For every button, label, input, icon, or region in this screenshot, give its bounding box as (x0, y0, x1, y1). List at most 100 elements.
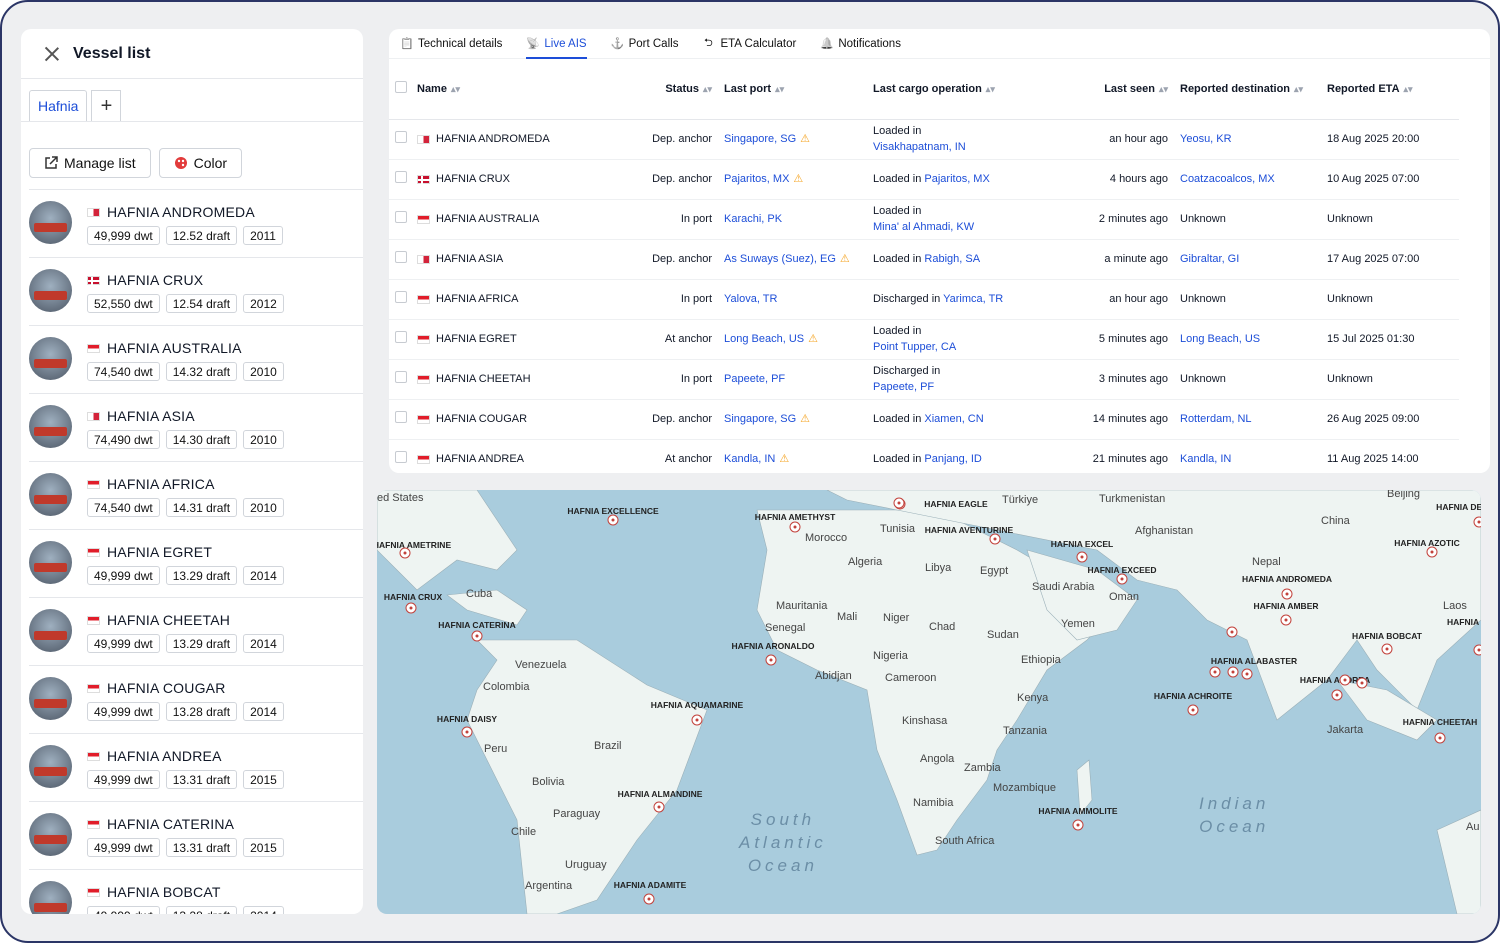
cargo-place-link[interactable]: Visakhapatnam, IN (873, 141, 966, 153)
vessel-list-item[interactable]: HAFNIA ASIA 74,490 dwt 14.30 draft 2010 (29, 393, 363, 461)
row-checkbox[interactable] (395, 210, 407, 223)
add-tab-button[interactable]: + (91, 90, 122, 121)
last-port-link[interactable]: Singapore, SG (724, 413, 796, 425)
sort-icon[interactable]: ▴▾ (1404, 84, 1413, 94)
cargo-place-link[interactable]: Mina' al Ahmadi, KW (873, 221, 974, 233)
cargo-place-link[interactable]: Pajaritos, MX (924, 173, 989, 185)
vessel-marker-icon[interactable] (1434, 732, 1446, 744)
select-all-checkbox[interactable] (395, 81, 407, 94)
row-checkbox[interactable] (395, 290, 407, 303)
color-button[interactable]: Color (158, 148, 243, 178)
table-row[interactable]: HAFNIA CRUX Dep. anchor Pajaritos, MX ⚠ Load… (389, 159, 1459, 200)
vessel-marker-icon[interactable] (1381, 643, 1393, 655)
table-row[interactable]: HAFNIA ANDREA At anchor Kandla, IN ⚠ Loaded … (389, 439, 1459, 473)
vessel-marker-icon[interactable] (399, 547, 411, 559)
tab-eta-calculator[interactable]: ⮌ ETA Calculator (702, 29, 796, 59)
last-port-link[interactable]: Kandla, IN (724, 453, 775, 465)
last-port-link[interactable]: Pajaritos, MX (724, 173, 789, 185)
destination-value[interactable]: Rotterdam, NL (1180, 413, 1252, 425)
vessel-name[interactable]: HAFNIA ASIA (417, 251, 554, 267)
vessel-list-item[interactable]: HAFNIA CHEETAH 49,999 dwt 13.29 draft 2014 (29, 597, 363, 665)
vessel-name[interactable]: HAFNIA ANDREA (417, 451, 554, 467)
row-checkbox[interactable] (395, 370, 407, 383)
cargo-place-link[interactable]: Point Tupper, CA (873, 341, 956, 353)
vessel-marker-icon[interactable] (1209, 666, 1221, 678)
table-row[interactable]: HAFNIA ANDROMEDA Dep. anchor Singapore, SG… (389, 119, 1459, 160)
vessel-marker-icon[interactable] (471, 630, 483, 642)
vessel-list-item[interactable]: HAFNIA EGRET 49,999 dwt 13.29 draft 2014 (29, 529, 363, 597)
vessel-marker-icon[interactable] (893, 497, 905, 509)
vessel-marker-icon[interactable] (461, 726, 473, 738)
tab-technical-details[interactable]: 📋 Technical details (400, 29, 502, 59)
sort-icon[interactable]: ▴▾ (775, 84, 784, 94)
last-port-link[interactable]: Long Beach, US (724, 333, 804, 345)
tab-notifications[interactable]: 🔔 Notifications (820, 29, 901, 59)
last-port-link[interactable]: As Suways (Suez), EG (724, 253, 836, 265)
vessel-list-item[interactable]: HAFNIA CATERINA 49,999 dwt 13.31 draft 2015 (29, 801, 363, 869)
vessel-marker-icon[interactable] (1356, 677, 1368, 689)
vessel-marker-icon[interactable] (989, 533, 1001, 545)
vessel-name[interactable]: HAFNIA EGRET (417, 331, 554, 347)
vessel-marker-icon[interactable] (789, 521, 801, 533)
vessel-list-item[interactable]: HAFNIA AFRICA 74,540 dwt 14.31 draft 2010 (29, 461, 363, 529)
vessel-marker-icon[interactable] (643, 893, 655, 905)
cargo-place-link[interactable]: Xiamen, CN (924, 413, 983, 425)
vessel-marker-icon[interactable] (1331, 689, 1343, 701)
vessel-marker-icon[interactable] (1116, 573, 1128, 585)
destination-value[interactable]: Kandla, IN (1180, 453, 1231, 465)
row-checkbox[interactable] (395, 250, 407, 263)
vessel-list-item[interactable]: HAFNIA ANDROMEDA 49,999 dwt 12.52 draft 201… (29, 189, 363, 257)
vessel-list-item[interactable]: HAFNIA ANDREA 49,999 dwt 13.31 draft 2015 (29, 733, 363, 801)
column-header-5[interactable]: Reported destination ▴▾ (1174, 59, 1321, 120)
row-checkbox[interactable] (395, 130, 407, 143)
vessel-name[interactable]: HAFNIA AUSTRALIA (417, 211, 554, 227)
table-row[interactable]: HAFNIA AUSTRALIA In port Karachi, PK Loaded… (389, 199, 1459, 240)
column-header-3[interactable]: Last cargo operation ▴▾ (867, 59, 1077, 120)
row-checkbox[interactable] (395, 410, 407, 423)
vessel-marker-icon[interactable] (1426, 546, 1438, 558)
vessel-marker-icon[interactable] (653, 801, 665, 813)
vessel-list-item[interactable]: HAFNIA COUGAR 49,999 dwt 13.28 draft 2014 (29, 665, 363, 733)
vessel-name[interactable]: HAFNIA CRUX (417, 171, 554, 187)
sort-icon[interactable]: ▴▾ (703, 84, 712, 94)
column-header-4[interactable]: Last seen ▴▾ (1077, 59, 1174, 120)
vessel-list-item[interactable]: HAFNIA CRUX 52,550 dwt 12.54 draft 2012 (29, 257, 363, 325)
tab-port-calls[interactable]: ⚓ Port Calls (611, 29, 679, 59)
vessel-marker-icon[interactable] (1281, 588, 1293, 600)
cargo-place-link[interactable]: Papeete, PF (873, 381, 934, 393)
destination-value[interactable]: Gibraltar, GI (1180, 253, 1239, 265)
cargo-place-link[interactable]: Rabigh, SA (924, 253, 980, 265)
sort-icon[interactable]: ▴▾ (986, 84, 995, 94)
destination-value[interactable]: Coatzacoalcos, MX (1180, 173, 1275, 185)
vessel-name[interactable]: HAFNIA COUGAR (417, 411, 554, 427)
sort-icon[interactable]: ▴▾ (1159, 84, 1168, 94)
cargo-place-link[interactable]: Panjang, ID (924, 453, 981, 465)
vessel-list-item[interactable]: HAFNIA AUSTRALIA 74,540 dwt 14.32 draft 201… (29, 325, 363, 393)
vessel-name[interactable]: HAFNIA CHEETAH (417, 371, 554, 387)
vessel-marker-icon[interactable] (1227, 666, 1239, 678)
vessel-marker-icon[interactable] (405, 602, 417, 614)
table-row[interactable]: HAFNIA COUGAR Dep. anchor Singapore, SG ⚠ Lo… (389, 399, 1459, 440)
vessel-marker-icon[interactable] (1076, 551, 1088, 563)
vessel-name[interactable]: HAFNIA AFRICA (417, 291, 554, 307)
table-row[interactable]: HAFNIA ASIA Dep. anchor As Suways (Suez), … (389, 239, 1459, 280)
vessel-list-item[interactable]: HAFNIA BOBCAT 49,999 dwt 13.28 draft 2014 (29, 869, 363, 914)
last-port-link[interactable]: Papeete, PF (724, 373, 785, 385)
last-port-link[interactable]: Yalova, TR (724, 293, 777, 305)
table-row[interactable]: HAFNIA CHEETAH In port Papeete, PF Discharg… (389, 359, 1459, 400)
manage-list-button[interactable]: Manage list (29, 148, 151, 178)
row-checkbox[interactable] (395, 170, 407, 183)
vessel-marker-icon[interactable] (1280, 614, 1292, 626)
vessel-marker-icon[interactable] (1187, 704, 1199, 716)
column-header-6[interactable]: Reported ETA ▴▾ (1321, 59, 1459, 120)
vessel-name[interactable]: HAFNIA ANDROMEDA (417, 131, 554, 147)
vessel-marker-icon[interactable] (1072, 819, 1084, 831)
vessel-marker-icon[interactable] (1241, 668, 1253, 680)
last-port-link[interactable]: Karachi, PK (724, 213, 782, 225)
vessel-marker-icon[interactable] (1473, 516, 1481, 528)
row-checkbox[interactable] (395, 450, 407, 463)
tab-live-ais[interactable]: 📡 Live AIS (526, 29, 587, 59)
table-row[interactable]: HAFNIA EGRET At anchor Long Beach, US ⚠ Load… (389, 319, 1459, 360)
column-header-0[interactable]: Name ▴▾ (411, 59, 560, 120)
world-map[interactable]: ed States Türkiye Turkmenistan Beijing China… (377, 490, 1481, 914)
